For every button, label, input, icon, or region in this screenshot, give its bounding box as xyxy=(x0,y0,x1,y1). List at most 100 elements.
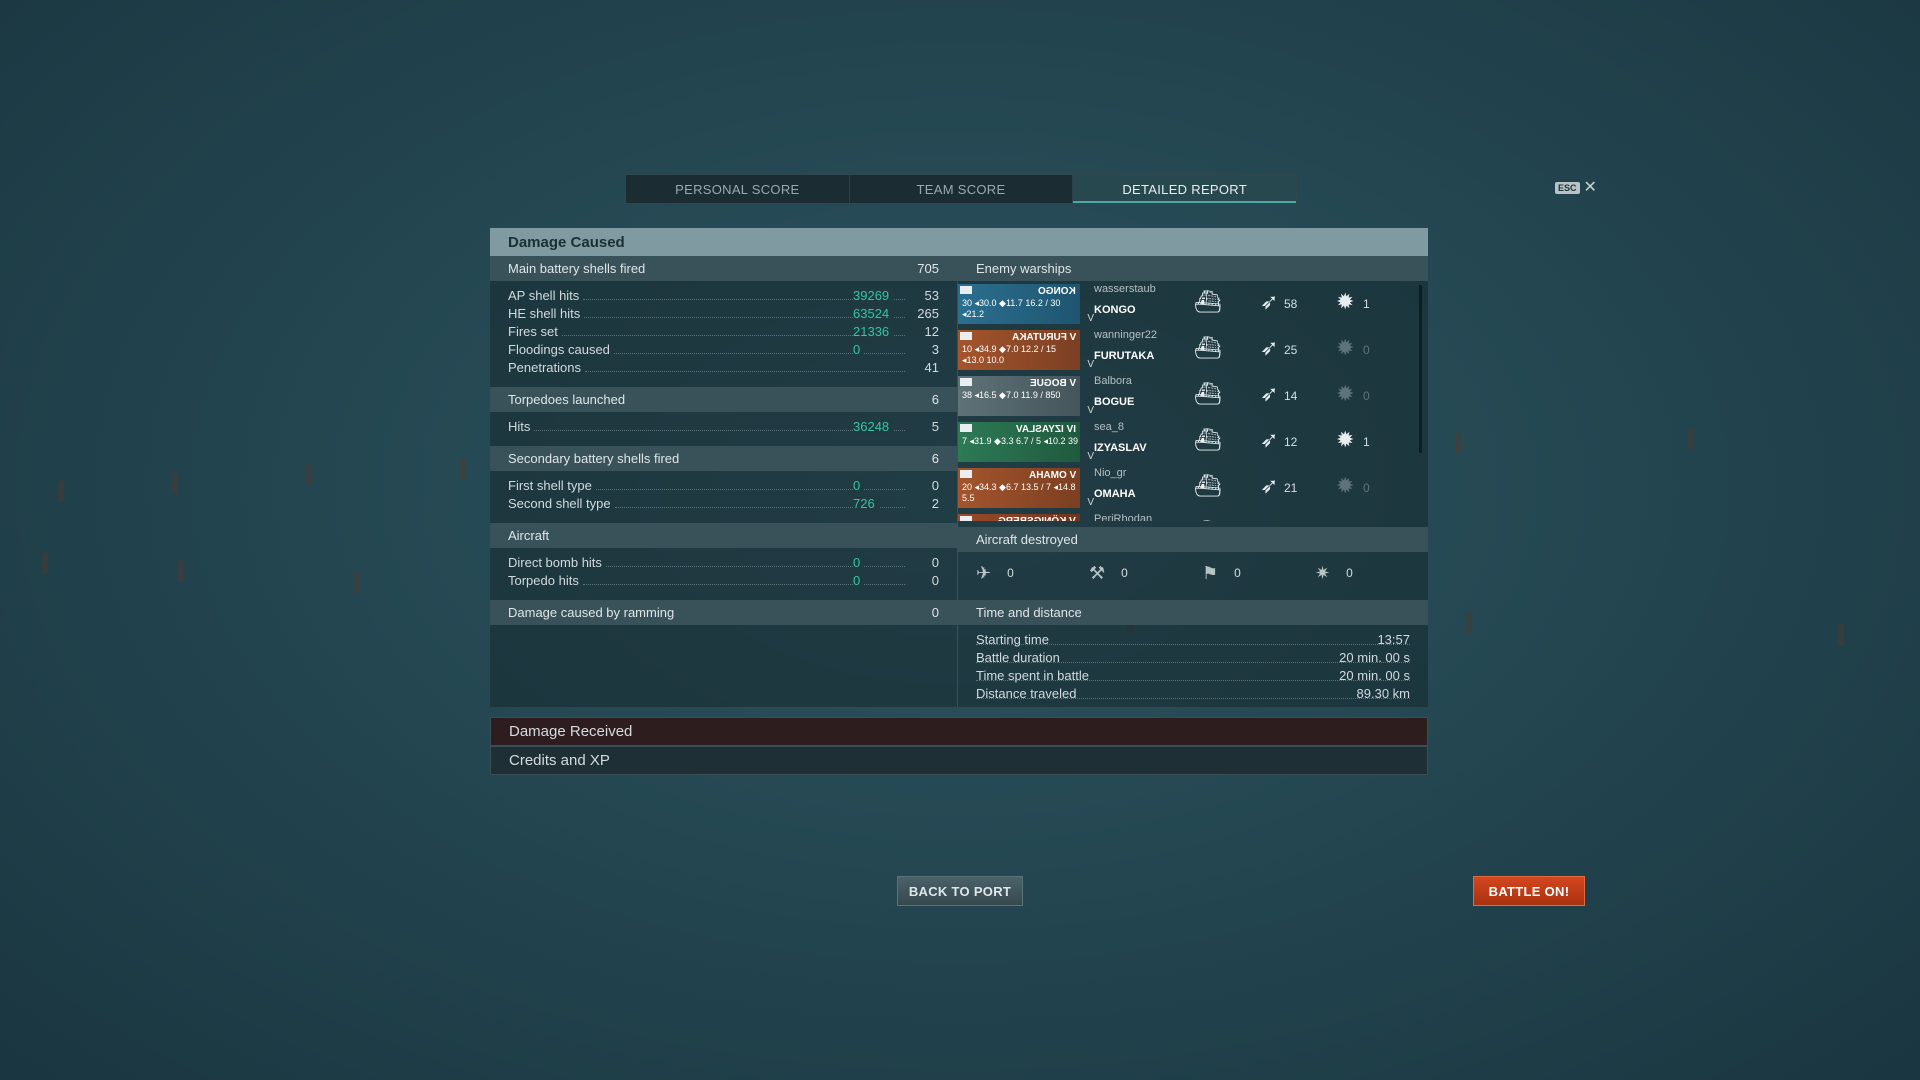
ship-silhouette-icon: ⛴ xyxy=(1194,519,1222,521)
shell-hits-count: 58 xyxy=(1284,297,1298,311)
stat-row: Penetrations 41 xyxy=(508,360,939,375)
ship-tier: V xyxy=(1087,313,1094,324)
player-name: wanninger22 xyxy=(1094,329,1157,341)
ship-card-stats: 38 ◂16.5 ◆7.0 11.9 / 850 xyxy=(962,390,1061,400)
enemy-ship-row[interactable]: V FURUTAKA 10 ◂34.9 ◆7.0 12.2 / 15 ◂13.0 … xyxy=(958,327,1428,373)
ship-card: V KÖNIGSBERGV xyxy=(958,514,1080,521)
ship-card: V BOGUE 38 ◂16.5 ◆7.0 11.9 / 850 V xyxy=(958,376,1094,416)
damage-received-section[interactable]: Damage Received xyxy=(490,717,1428,746)
time-row: Starting time 13:57 xyxy=(976,632,1410,647)
fighter-icon: ✈ xyxy=(976,562,992,583)
shell-hits-count: 12 xyxy=(1284,435,1298,449)
destroyed-count: 0 xyxy=(1363,343,1370,357)
shell-hits-icon: ➶ xyxy=(1260,335,1279,360)
stat-row: AP shell hits 39269 53 xyxy=(508,288,939,303)
enemy-ship-row[interactable]: KONGO 30 ◂30.0 ◆11.7 16.2 / 30 ◂21.2 Vwass… xyxy=(958,281,1428,327)
ship-name: KONGO xyxy=(1094,304,1136,316)
torpedoes-header: Torpedoes launched 6 xyxy=(490,387,957,412)
enemy-ship-row[interactable]: IV IZYASLAV 7 ◂31.9 ◆3.3 6.7 / 5 ◂10.2 39… xyxy=(958,419,1428,465)
ship-tier: V xyxy=(1087,359,1094,370)
ship-card-name: V BOGUE xyxy=(1029,378,1076,389)
close-icon[interactable]: ✕ xyxy=(1584,180,1597,196)
shell-hits-icon: ➶ xyxy=(1260,289,1279,314)
battle-on-button[interactable]: BATTLE ON! xyxy=(1473,876,1585,906)
enemy-column: Enemy warships KONGO 30 ◂30.0 ◆11.7 16.2 … xyxy=(957,256,1428,707)
stat-row: Direct bomb hits 0 0 xyxy=(508,555,939,570)
player-name: sea_8 xyxy=(1094,421,1124,433)
destroyed-count: 0 xyxy=(1363,389,1370,403)
ship-name: IZYASLAV xyxy=(1094,442,1147,454)
stat-row: Torpedo hits 0 0 xyxy=(508,573,939,588)
destroyed-count: 1 xyxy=(1363,297,1370,311)
enemy-ship-row[interactable]: V OMAHA 20 ◂34.3 ◆6.7 13.5 / 7 ◂14.8 5.5 V… xyxy=(958,465,1428,511)
destroyed-icon: ✹ xyxy=(1336,427,1355,452)
stat-row: First shell type 0 0 xyxy=(508,478,939,493)
shell-hits-icon: ➶ xyxy=(1260,381,1279,406)
ship-card: IV IZYASLAV 7 ◂31.9 ◆3.3 6.7 / 5 ◂10.2 39… xyxy=(958,422,1094,462)
shell-hits-icon: ➶ xyxy=(1260,427,1279,452)
tab-team-score[interactable]: TEAM SCORE xyxy=(850,175,1074,203)
ship-tier: V xyxy=(1087,497,1094,508)
destroyed-icon: ✹ xyxy=(1336,519,1354,521)
nation-flag-icon xyxy=(960,424,972,432)
ship-silhouette-icon: ⛴ xyxy=(1194,473,1222,498)
close-button[interactable]: ESC ✕ xyxy=(1555,180,1597,196)
player-name: PeriRhodan xyxy=(1094,513,1153,521)
ship-card-stats: 7 ◂31.9 ◆3.3 6.7 / 5 ◂10.2 39 xyxy=(962,436,1079,446)
damage-stats-column: Main battery shells fired 705 AP shell hi… xyxy=(490,256,957,707)
time-row: Distance traveled 89.30 km xyxy=(976,686,1410,701)
ship-card-name: V FURUTAKA xyxy=(1011,332,1076,343)
stat-row: Second shell type 726 2 xyxy=(508,496,939,511)
ship-silhouette-icon: ⛴ xyxy=(1194,335,1222,360)
ship-tier: V xyxy=(1087,405,1094,416)
enemy-warships-header: Enemy warships xyxy=(958,256,1428,281)
nation-flag-icon xyxy=(960,516,972,521)
credits-xp-section[interactable]: Credits and XP xyxy=(490,746,1428,775)
tab-personal-score[interactable]: PERSONAL SCORE xyxy=(626,175,850,203)
damage-caused-header[interactable]: Damage Caused xyxy=(490,228,1428,256)
ramming-header: Damage caused by ramming 0 xyxy=(490,600,957,625)
ship-tier: V xyxy=(1087,451,1094,462)
stat-row: Floodings caused 0 3 xyxy=(508,342,939,357)
ship-name: OMAHA xyxy=(1094,488,1136,500)
destroyed-icon: ✹ xyxy=(1336,473,1355,498)
ship-silhouette-icon: ⛴ xyxy=(1194,381,1222,406)
time-distance-header: Time and distance xyxy=(958,600,1428,625)
ship-card-name: V KÖNIGSBERG xyxy=(998,516,1076,521)
detailed-report-panel: Damage Caused Main battery shells fired 7… xyxy=(490,228,1428,775)
dive-bomber-icon: ✷ xyxy=(1315,562,1331,583)
ship-name: BOGUE xyxy=(1094,396,1135,408)
player-name: wasserstaub xyxy=(1094,283,1156,295)
shell-hits-icon: ➶ xyxy=(1260,519,1278,521)
player-name: Balbora xyxy=(1094,375,1132,387)
player-name: Nio_gr xyxy=(1094,467,1127,479)
nation-flag-icon xyxy=(960,470,972,478)
ship-name: FURUTAKA xyxy=(1094,350,1155,362)
ship-card-stats: 10 ◂34.9 ◆7.0 12.2 / 15 ◂13.0 10.0 xyxy=(962,344,1057,365)
tab-detailed-report[interactable]: DETAILED REPORT xyxy=(1073,175,1297,203)
esc-key-hint: ESC xyxy=(1555,182,1580,194)
stat-row: HE shell hits 63524 265 xyxy=(508,306,939,321)
enemy-ship-row[interactable]: V KÖNIGSBERGVPeriRhodanKÖNIGSBERG⛴➶✹ xyxy=(958,511,1428,521)
ship-card: KONGO 30 ◂30.0 ◆11.7 16.2 / 30 ◂21.2 V xyxy=(958,284,1094,324)
stat-row: Fires set 21336 12 xyxy=(508,324,939,339)
ship-card-stats: 20 ◂34.3 ◆6.7 13.5 / 7 ◂14.8 5.5 xyxy=(962,482,1076,503)
stat-row: Hits 36248 5 xyxy=(508,419,939,434)
destroyed-icon: ✹ xyxy=(1336,289,1355,314)
report-tabs: PERSONAL SCORE TEAM SCORE DETAILED REPOR… xyxy=(625,174,1297,204)
nation-flag-icon xyxy=(960,378,972,386)
torpedo-bomber-icon: ⚑ xyxy=(1202,562,1219,583)
shell-hits-count: 25 xyxy=(1284,343,1298,357)
aircraft-destroyed-row: ✈ 0 ⚒ 0 ⚑ 0 ✷ 0 xyxy=(976,562,1353,583)
ship-silhouette-icon: ⛴ xyxy=(1194,289,1222,314)
enemy-ship-list[interactable]: KONGO 30 ◂30.0 ◆11.7 16.2 / 30 ◂21.2 Vwass… xyxy=(958,281,1428,521)
nation-flag-icon xyxy=(960,286,972,294)
secondary-battery-header: Secondary battery shells fired 6 xyxy=(490,446,957,471)
time-row: Battle duration 20 min. 00 s xyxy=(976,650,1410,665)
ship-card-stats: 30 ◂30.0 ◆11.7 16.2 / 30 ◂21.2 xyxy=(962,298,1061,319)
ship-silhouette-icon: ⛴ xyxy=(1194,427,1222,452)
time-row: Time spent in battle 20 min. 00 s xyxy=(976,668,1410,683)
nation-flag-icon xyxy=(960,332,972,340)
enemy-ship-row[interactable]: V BOGUE 38 ◂16.5 ◆7.0 11.9 / 850 V Balbora B… xyxy=(958,373,1428,419)
back-to-port-button[interactable]: BACK TO PORT xyxy=(897,876,1023,906)
